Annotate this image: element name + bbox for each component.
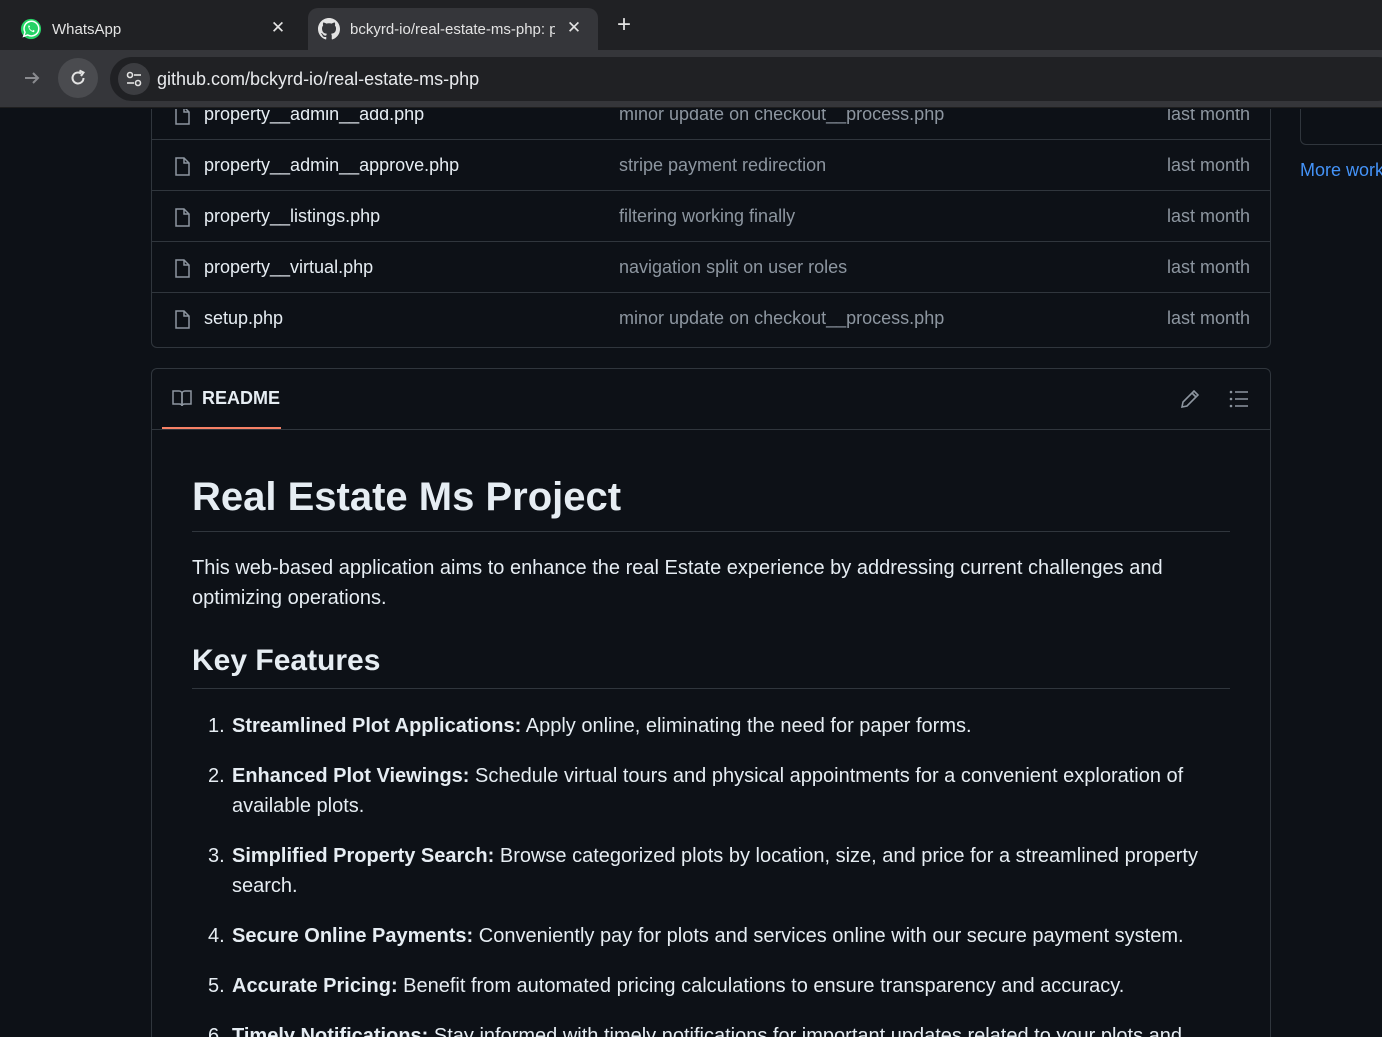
new-tab-icon[interactable]: + <box>611 12 637 38</box>
address-bar[interactable]: github.com/bckyrd-io/real-estate-ms-php <box>110 57 1382 101</box>
features-heading: Key Features <box>192 644 381 677</box>
feature-title: Secure Online Payments: <box>232 925 474 947</box>
pencil-icon <box>1180 389 1200 409</box>
commit-time: last month <box>1166 206 1250 226</box>
forward-button[interactable] <box>12 58 52 98</box>
feature-title: Accurate Pricing: <box>232 975 398 997</box>
feature-text: Conveniently pay for plots and services … <box>473 925 1184 947</box>
list-item: 5. Accurate Pricing: Benefit from automa… <box>208 971 1202 1001</box>
commit-time: last month <box>1166 155 1250 175</box>
browser-toolbar: github.com/bckyrd-io/real-estate-ms-php <box>0 50 1382 108</box>
tab-github[interactable]: bckyrd-io/real-estate-ms-php: p ✕ <box>308 8 598 50</box>
file-icon <box>175 109 190 125</box>
file-row[interactable]: property__admin__add.php minor update on… <box>152 109 1270 140</box>
list-item: 6. Timely Notifications: Stay informed w… <box>208 1021 1202 1037</box>
tab-title: WhatsApp <box>52 20 122 38</box>
arrow-right-icon <box>25 72 40 84</box>
list-number: 5. <box>208 975 225 997</box>
readme-panel: README Real Estate Ms Project This web-b… <box>151 368 1271 1037</box>
edit-readme-button[interactable] <box>1179 388 1201 415</box>
file-name-link[interactable]: property__listings.php <box>204 206 380 227</box>
feature-title: Streamlined Plot Applications: <box>232 715 522 737</box>
close-tab-icon[interactable]: ✕ <box>564 18 584 38</box>
reload-icon <box>71 69 85 85</box>
sidebar-card[interactable]: g <box>1300 109 1382 145</box>
readme-header: README <box>152 369 1270 430</box>
list-item: 1. Streamlined Plot Applications: Apply … <box>208 711 1202 741</box>
github-icon <box>318 18 340 40</box>
commit-time: last month <box>1166 257 1250 277</box>
feature-text: Benefit from automated pricing calculati… <box>397 975 1125 997</box>
commit-message-link[interactable]: filtering working finally <box>619 206 795 227</box>
file-list: property__admin__add.php minor update on… <box>151 109 1271 348</box>
more-work-link[interactable]: More work <box>1300 160 1382 181</box>
commit-time: last month <box>1166 308 1250 328</box>
file-row[interactable]: property__virtual.php navigation split o… <box>152 242 1270 293</box>
readme-intro: This web-based application aims to enhan… <box>192 557 1163 609</box>
feature-title: Timely Notifications: <box>232 1025 429 1037</box>
list-item: 4. Secure Online Payments: Conveniently … <box>208 921 1202 951</box>
outline-button[interactable] <box>1228 388 1250 415</box>
file-row[interactable]: property__listings.php filtering working… <box>152 191 1270 242</box>
list-number: 6. <box>208 1025 225 1037</box>
file-icon <box>175 157 190 176</box>
file-name-link[interactable]: property__admin__approve.php <box>204 155 459 176</box>
list-number: 4. <box>208 925 225 947</box>
heading-divider <box>192 688 1230 689</box>
readme-title: Real Estate Ms Project <box>192 475 622 519</box>
file-name-link[interactable]: property__admin__add.php <box>204 109 424 125</box>
commit-message-link[interactable]: navigation split on user roles <box>619 257 847 278</box>
file-row[interactable]: setup.php minor update on checkout__proc… <box>152 293 1270 344</box>
commit-message-link[interactable]: stripe payment redirection <box>619 155 826 176</box>
list-item: 3. Simplified Property Search: Browse ca… <box>208 841 1202 901</box>
feature-text: Apply online, eliminating the need for p… <box>521 715 972 737</box>
list-number: 2. <box>208 765 225 787</box>
file-name-link[interactable]: property__virtual.php <box>204 257 373 278</box>
url-text[interactable]: github.com/bckyrd-io/real-estate-ms-php <box>157 69 479 90</box>
file-icon <box>175 310 190 329</box>
tab-whatsapp[interactable]: WhatsApp ✕ <box>0 8 300 50</box>
github-page: property__admin__add.php minor update on… <box>0 109 1382 1037</box>
tab-strip: WhatsApp ✕ bckyrd-io/real-estate-ms-php:… <box>0 0 1382 50</box>
list-number: 1. <box>208 715 225 737</box>
site-info-button[interactable] <box>118 63 150 95</box>
file-row[interactable]: property__admin__approve.php stripe paym… <box>152 140 1270 191</box>
feature-title: Simplified Property Search: <box>232 845 495 867</box>
tune-icon <box>126 71 142 87</box>
list-number: 3. <box>208 845 225 867</box>
commit-message-link[interactable]: minor update on checkout__process.php <box>619 109 944 125</box>
book-icon <box>172 390 192 407</box>
commit-time: last month <box>1166 109 1250 124</box>
tab-title: bckyrd-io/real-estate-ms-php: p <box>350 20 555 38</box>
close-tab-icon[interactable]: ✕ <box>268 18 288 38</box>
file-name-link[interactable]: setup.php <box>204 308 283 329</box>
file-icon <box>175 208 190 227</box>
reload-button[interactable] <box>58 58 98 98</box>
list-icon <box>1229 390 1248 408</box>
file-icon <box>175 259 190 278</box>
commit-message-link[interactable]: minor update on checkout__process.php <box>619 308 944 329</box>
whatsapp-icon <box>20 18 42 40</box>
readme-tab[interactable]: README <box>162 369 281 429</box>
title-divider <box>192 531 1230 532</box>
readme-tab-label: README <box>202 387 281 408</box>
list-item: 2. Enhanced Plot Viewings: Schedule virt… <box>208 761 1202 821</box>
feature-title: Enhanced Plot Viewings: <box>232 765 470 787</box>
